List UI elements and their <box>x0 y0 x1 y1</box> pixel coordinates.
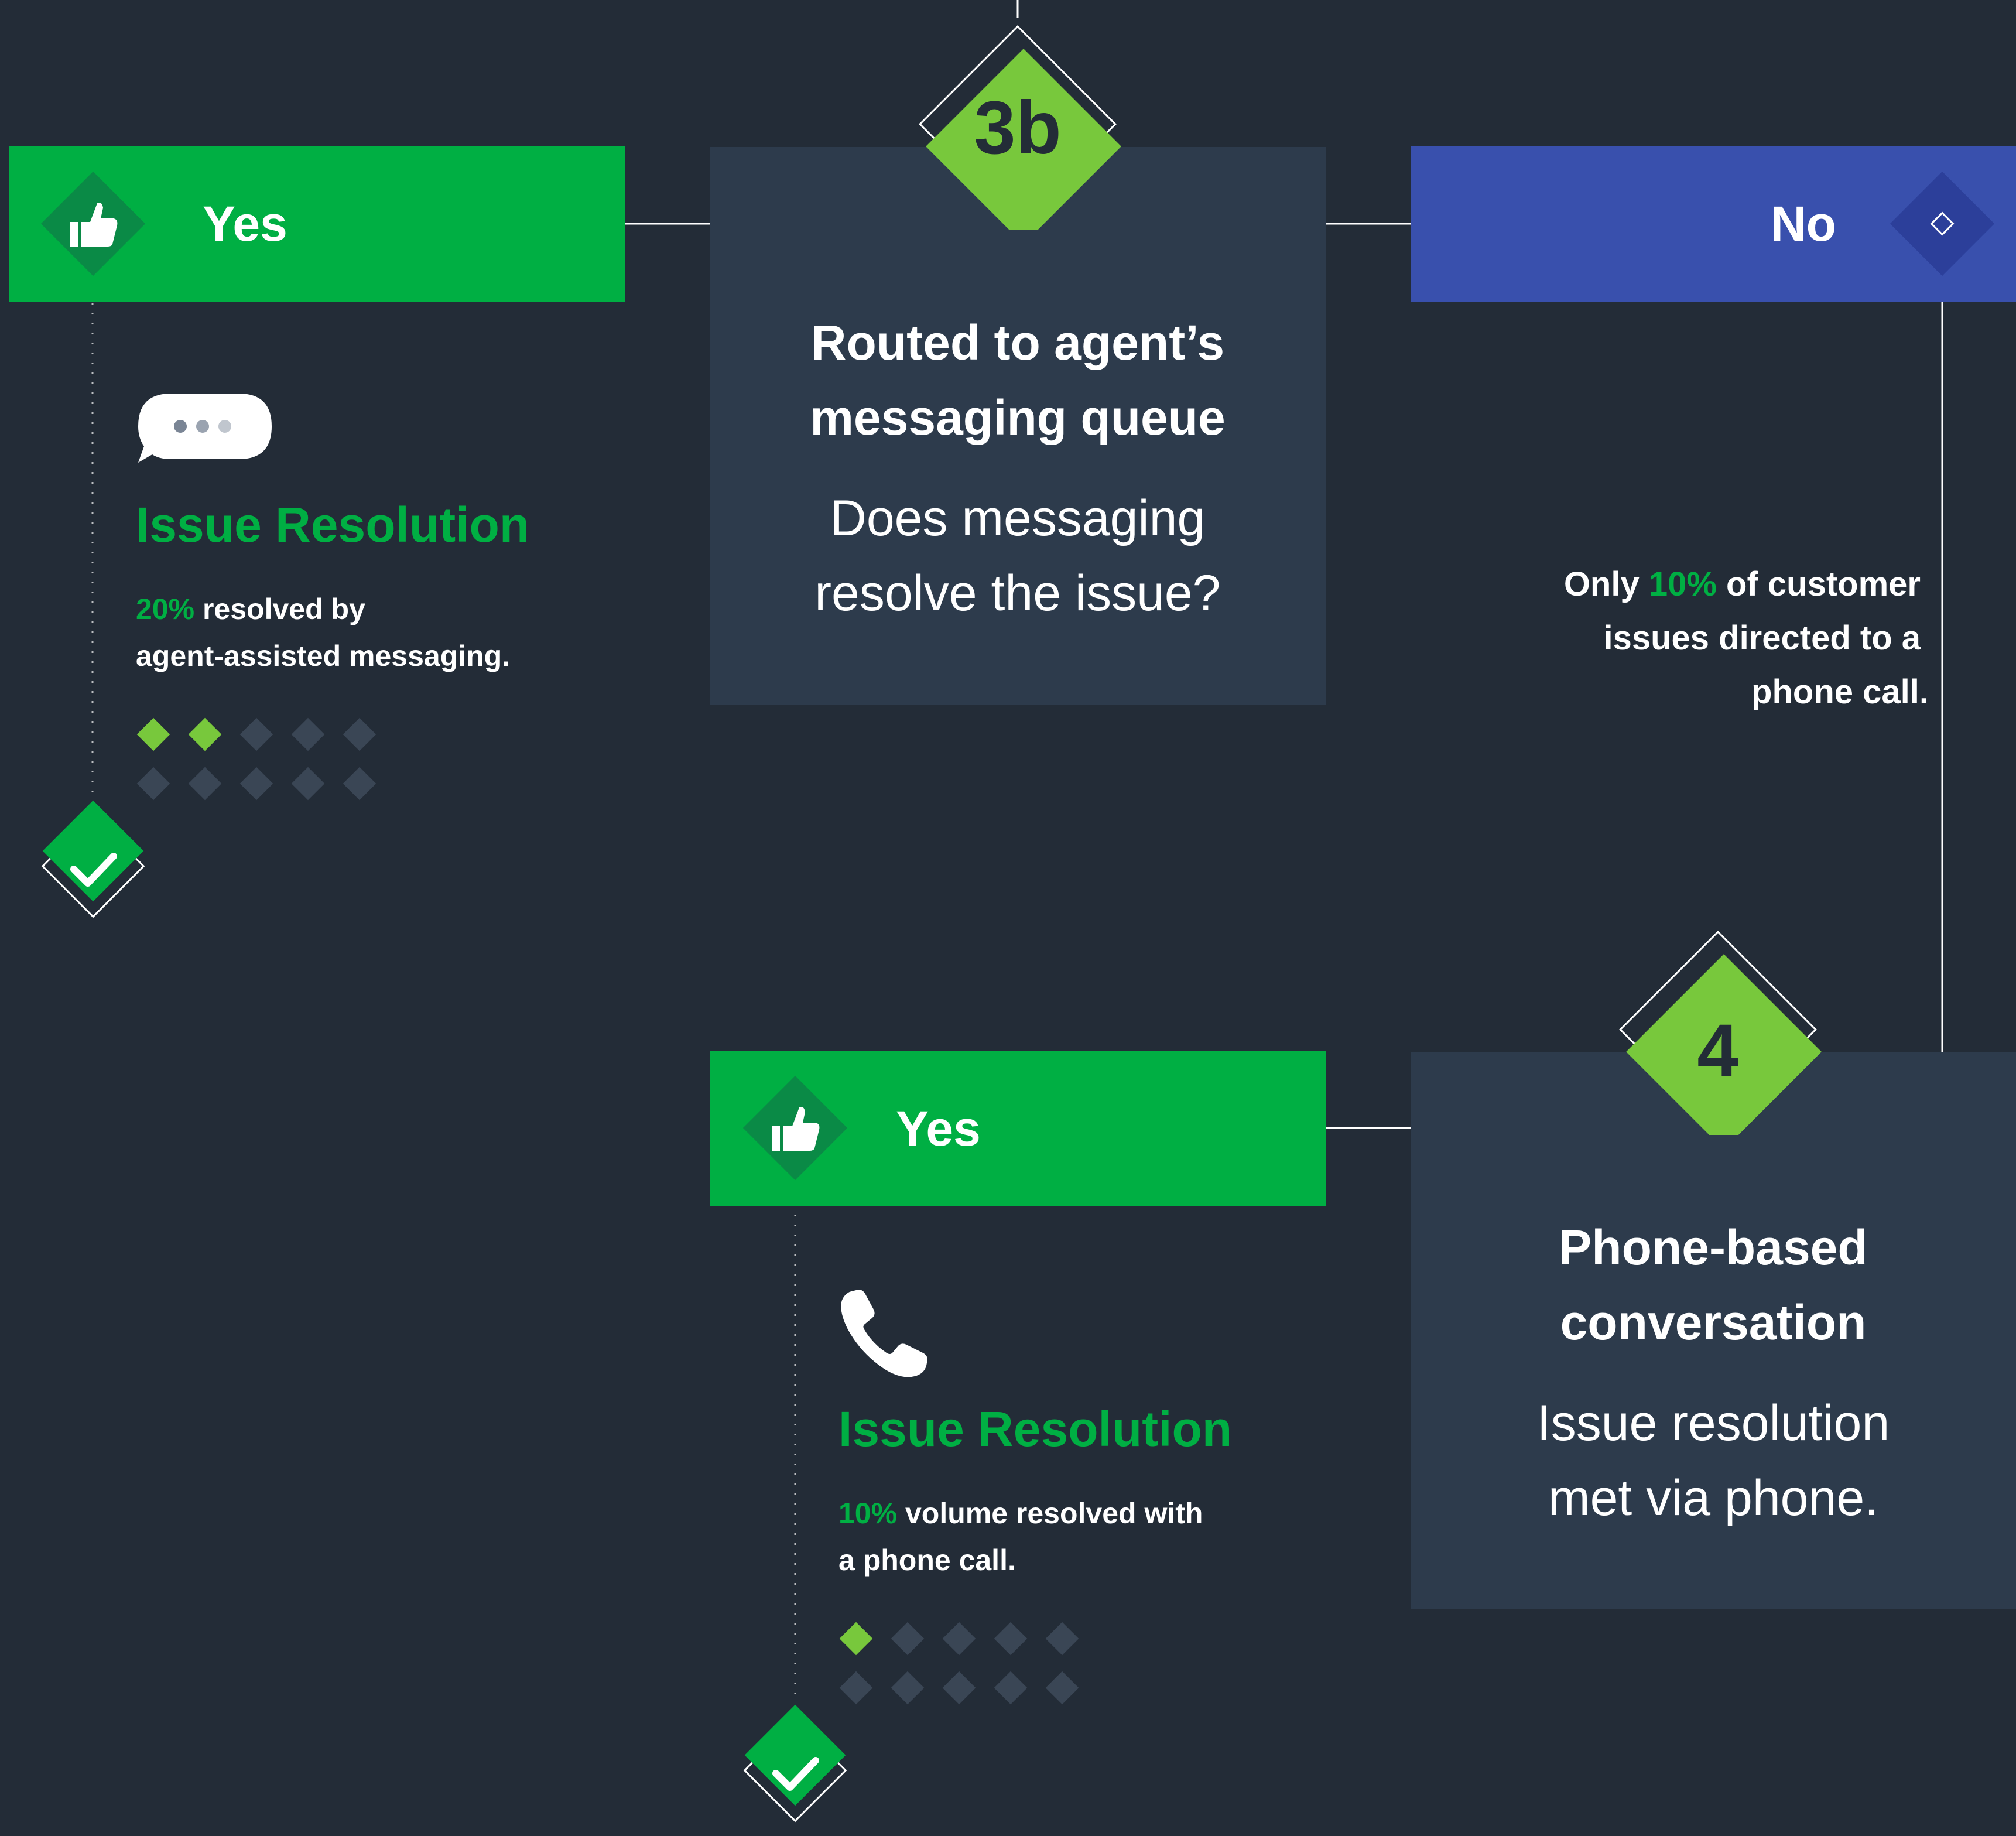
rating-dot-empty <box>136 767 170 801</box>
phone-resolution-title: Issue Resolution <box>838 1401 1233 1457</box>
phone-rating-dots <box>839 1622 1079 1705</box>
no-diamond-icon <box>1890 171 1995 276</box>
yes-label: Yes <box>203 196 287 251</box>
step-3b-title-line1: Routed to agent’s <box>810 315 1225 370</box>
rating-dot-empty <box>291 767 325 801</box>
rating-dot-empty <box>942 1671 976 1705</box>
rating-dot-filled <box>839 1622 873 1656</box>
step-3b-question-line1: Does messaging <box>830 490 1206 546</box>
step-4-desc-line1: Issue resolution <box>1536 1395 1890 1451</box>
messaging-resolution-percent: 20% <box>136 593 195 625</box>
note-percent: 10% <box>1648 565 1717 603</box>
checkmark-icon <box>743 1704 847 1823</box>
rating-dot-empty <box>239 767 273 801</box>
messaging-resolution-line1: resolved by <box>194 593 365 625</box>
note-prefix: Only <box>1563 565 1649 603</box>
chat-bubble-icon <box>138 394 272 463</box>
rating-dot-filled <box>136 717 170 751</box>
note-line1-suffix: of customer <box>1716 565 1921 603</box>
rating-dot-empty <box>1045 1671 1079 1705</box>
rating-dot-empty <box>291 717 325 751</box>
rating-dot-empty <box>891 1671 925 1705</box>
step-4-badge: 4 <box>1613 924 1823 1150</box>
rating-dot-empty <box>942 1622 976 1656</box>
note-line3: phone call. <box>1751 673 1929 711</box>
checkmark-icon <box>41 800 145 918</box>
phone-resolution-text: 10% volume resolved with a phone call. <box>838 1490 1307 1584</box>
phone-resolution-percent: 10% <box>838 1497 898 1530</box>
rating-dot-empty <box>188 767 222 801</box>
messaging-resolution-text: 20% resolved by agent-assisted messaging… <box>136 586 581 679</box>
step-3b-badge: 3b <box>912 19 1123 244</box>
messaging-resolution-line2: agent-assisted messaging. <box>136 640 511 672</box>
step-4-number: 4 <box>1697 1008 1739 1093</box>
rating-dot-empty <box>343 717 376 751</box>
step-4-title-line1: Phone-based <box>1559 1220 1868 1275</box>
step-4-title-line2: conversation <box>1560 1295 1867 1350</box>
no-label: No <box>1771 196 1836 251</box>
phone-icon <box>841 1290 927 1377</box>
thumbs-up-icon <box>742 1075 848 1181</box>
phone-resolution-line1: volume resolved with <box>897 1497 1203 1530</box>
step-3b-panel: Routed to agent’s messaging queue Does m… <box>710 147 1326 705</box>
step-3b-number: 3b <box>974 86 1062 170</box>
rating-dot-filled <box>188 717 222 751</box>
messaging-rating-dots <box>136 717 376 801</box>
rating-dot-empty <box>891 1622 925 1656</box>
messaging-resolution-title: Issue Resolution <box>136 497 530 552</box>
rating-dot-empty <box>1045 1622 1079 1656</box>
step-3b-title-line2: messaging queue <box>810 390 1226 445</box>
yes-label-bottom: Yes <box>896 1100 981 1156</box>
step-4-desc-line2: met via phone. <box>1548 1470 1879 1526</box>
rating-dot-empty <box>994 1622 1028 1656</box>
rating-dot-empty <box>343 767 376 801</box>
step-4-panel: Phone-based conversation Issue resolutio… <box>1411 1052 2016 1609</box>
thumbs-up-icon <box>40 171 146 276</box>
rating-dot-empty <box>994 1671 1028 1705</box>
note-line2: issues directed to a <box>1603 619 1921 657</box>
rating-dot-empty <box>239 717 273 751</box>
flowchart-canvas: Yes No Routed to agent’s messaging queue… <box>0 0 2016 1836</box>
phone-resolution-line2: a phone call. <box>838 1544 1016 1577</box>
step-3b-question-line2: resolve the issue? <box>814 565 1221 621</box>
rating-dot-empty <box>839 1671 873 1705</box>
no-branch-note: Only 10% of customer issues directed to … <box>1487 558 1929 719</box>
